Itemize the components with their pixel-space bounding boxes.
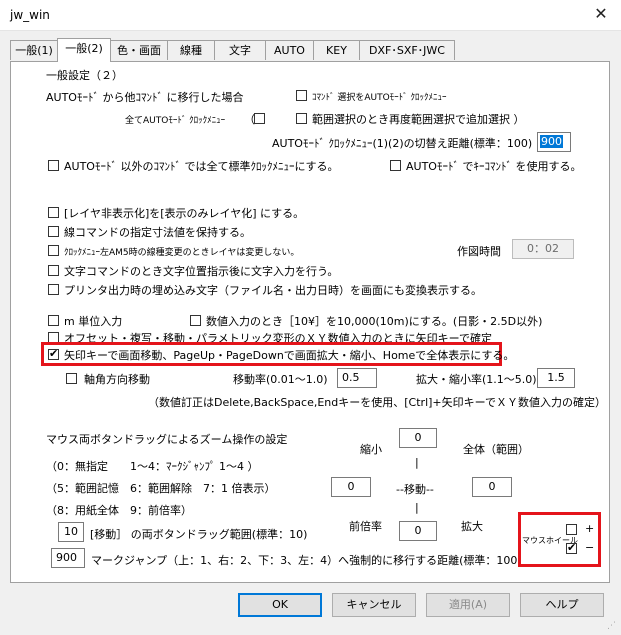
auto-distance-value: 900	[540, 135, 563, 148]
move-label: --移動--	[396, 483, 434, 496]
help-button[interactable]: ヘルプ	[520, 593, 604, 617]
arrow-keys-label: 矢印キーで画面移動、PageUp・PageDownで画面拡大・縮小、Homeで全…	[64, 349, 515, 362]
range-reselect-checkbox[interactable]	[296, 113, 307, 124]
key-command-checkbox[interactable]	[390, 160, 401, 171]
key-command-label: AUTOﾓｰﾄﾞ でｷｰｺﾏﾝﾄﾞ を使用する。	[406, 160, 582, 173]
clock-am5-label: ｸﾛｯｸﾒﾆｭｰ左AM5時の線種変更のときレイヤは変更しない。	[64, 248, 300, 258]
title-bar: jw_win ✕	[0, 0, 621, 31]
cmd-select-auto-checkbox[interactable]	[296, 90, 307, 101]
non-auto-checkbox[interactable]	[48, 160, 59, 171]
auto-distance-input[interactable]: 900	[537, 132, 571, 152]
drag-range-label: [移動］ の両ボタンドラッグ範囲(標準：10)	[90, 528, 308, 541]
numeric-input-label: 数値入力のとき［10¥］を10,000(10m)にする。(日影・2.5D以外)	[206, 315, 543, 328]
close-icon[interactable]: ✕	[591, 4, 611, 23]
numeric-note: （数値訂正はDelete,BackSpace,Endキーを使用、[Ctrl]+矢…	[148, 396, 606, 409]
zoom-legend-3: （8：用紙全体 9：前倍率）	[46, 504, 192, 517]
zoom-legend-1: （0：無指定 1～4：ﾏｰｸｼﾞｬﾝﾌﾟ 1～4 ）	[46, 460, 259, 473]
print-embed-checkbox[interactable]	[48, 284, 59, 295]
auto-distance-label: AUTOﾓｰﾄﾞ ｸﾛｯｸﾒﾆｭｰ(1)(2)の切替え距離(標準：100)	[272, 137, 533, 150]
move-rate-input[interactable]: 0.5	[337, 368, 377, 388]
section-title: 一般設定（２）	[46, 69, 123, 82]
tab-general-2[interactable]: 一般(2)	[57, 38, 111, 62]
shrink-input[interactable]: 0	[399, 428, 437, 448]
wheel-minus-label: −	[585, 541, 595, 554]
text-input-label: 文字コマンドのとき文字位置指示後に文字入力を行う。	[64, 265, 339, 278]
m-unit-checkbox[interactable]	[48, 315, 59, 326]
tab-general-1[interactable]: 一般(1)	[10, 40, 58, 60]
wheel-plus-label: +	[585, 522, 595, 535]
jump-distance-label: マークジャンプ（上：1、右：2、下：3、左：4）へ強制的に移行する距離(標準：1…	[91, 554, 522, 567]
zoom-title: マウス両ボタンドラッグによるズーム操作の設定	[46, 433, 288, 446]
zoom-bar-top: |	[415, 456, 419, 469]
right-move-input[interactable]: 0	[472, 477, 512, 497]
zoom-rate-label: 拡大・縮小率(1.1～5.0)	[416, 373, 537, 386]
axis-move-checkbox[interactable]	[66, 373, 77, 384]
zoom-bar-bottom: |	[415, 501, 419, 514]
all-auto-label: 全てAUTOﾓｰﾄﾞ ｸﾛｯｸﾒﾆｭｰ	[125, 116, 226, 126]
left-move-input[interactable]: 0	[331, 477, 371, 497]
auto-mode-label: AUTOﾓｰﾄﾞ から他ｺﾏﾝﾄﾞ に移行した場合	[46, 91, 244, 104]
shrink-label: 縮小	[360, 443, 382, 456]
cmd-select-auto-label: ｺﾏﾝﾄﾞ 選択をAUTOﾓｰﾄﾞ ｸﾛｯｸﾒﾆｭｰ	[312, 93, 447, 103]
draw-time-field: 0：02	[512, 239, 574, 259]
prev-rate-label: 前倍率	[349, 520, 382, 533]
tab-dxf-sxf-jwc[interactable]: DXF･SXF･JWC	[359, 40, 455, 60]
prev-rate-input[interactable]: 0	[399, 521, 437, 541]
m-unit-label: m 単位入力	[64, 315, 123, 328]
all-auto-checkbox[interactable]	[254, 113, 265, 124]
zoom-legend-2: （5：範囲記憶 6：範囲解除 7：1 倍表示）	[46, 482, 276, 495]
wheel-plus-checkbox[interactable]	[566, 524, 577, 535]
jump-distance-input[interactable]: 900	[51, 548, 85, 568]
drag-range-input[interactable]: 10	[58, 522, 84, 542]
line-keep-label: 線コマンドの指定寸法値を保持する。	[64, 226, 251, 239]
ok-button[interactable]: OK	[238, 593, 322, 617]
cancel-button[interactable]: キャンセル	[332, 593, 416, 617]
non-auto-label: AUTOﾓｰﾄﾞ 以外のｺﾏﾝﾄﾞ では全て標準ｸﾛｯｸﾒﾆｭｰにする。	[64, 160, 339, 173]
layer-hide-label: [レイヤ非表示化]を[表示のみレイヤ化] にする。	[64, 207, 305, 220]
draw-time-label: 作図時間	[457, 245, 501, 258]
tab-auto[interactable]: AUTO	[265, 40, 314, 60]
all-range-label: 全体（範囲）	[463, 443, 529, 456]
zoom-rate-input[interactable]: 1.5	[537, 368, 575, 388]
tab-line-type[interactable]: 線種	[167, 40, 215, 60]
numeric-input-checkbox[interactable]	[190, 315, 201, 326]
layer-hide-checkbox[interactable]	[48, 207, 59, 218]
clock-am5-checkbox[interactable]	[48, 245, 59, 256]
range-reselect-label: 範囲選択のとき再度範囲選択で追加選択 ）	[312, 113, 525, 126]
window-title: jw_win	[10, 8, 50, 22]
move-rate-label: 移動率(0.01～1.0)	[233, 373, 328, 386]
axis-move-label: 軸角方向移動	[84, 373, 150, 386]
apply-button[interactable]: 適用(A)	[426, 593, 510, 617]
line-keep-checkbox[interactable]	[48, 226, 59, 237]
tab-color-screen[interactable]: 色・画面	[110, 40, 168, 60]
wheel-minus-checkbox[interactable]	[566, 541, 577, 554]
tab-key[interactable]: KEY	[313, 40, 360, 60]
arrow-keys-checkbox[interactable]	[48, 347, 59, 360]
enlarge-label: 拡大	[461, 520, 483, 533]
resize-grip-icon[interactable]: ⋰	[607, 621, 619, 633]
print-embed-label: プリンタ出力時の埋め込み文字（ファイル名・出力日時）を画面にも変換表示する。	[64, 284, 482, 297]
tab-text[interactable]: 文字	[214, 40, 266, 60]
text-input-checkbox[interactable]	[48, 265, 59, 276]
